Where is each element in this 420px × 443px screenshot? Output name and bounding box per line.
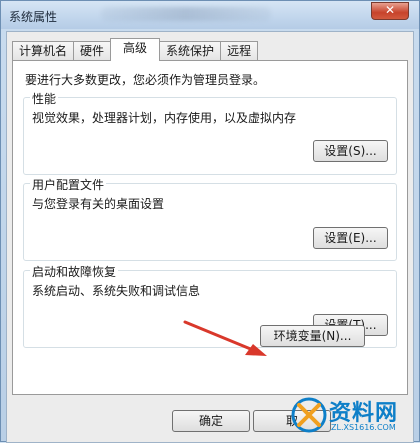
startup-recovery-group-title: 启动和故障恢复: [30, 263, 119, 280]
user-profiles-settings-button[interactable]: 设置(E)...: [313, 227, 388, 249]
environment-variables-button[interactable]: 环境变量(N)...: [260, 325, 365, 347]
arrow-head: [245, 344, 267, 356]
user-profiles-group-title: 用户配置文件: [30, 176, 107, 193]
performance-group-title: 性能: [30, 90, 59, 107]
performance-description: 视觉效果，处理器计划，内存使用，以及虚拟内存: [32, 111, 297, 125]
tab-hardware[interactable]: 硬件: [73, 41, 112, 61]
user-profiles-description: 与您登录有关的桌面设置: [32, 197, 165, 211]
red-arrow-annotation: [183, 320, 267, 356]
tab-advanced[interactable]: 高级: [110, 38, 161, 61]
dialog-client-area: 计算机名 硬件 高级 系统保护 远程 要进行大多数更改，您必须作为管理员登录。 …: [6, 31, 414, 443]
watermark-logo: [291, 397, 327, 433]
close-button[interactable]: ✕: [371, 2, 409, 20]
performance-settings-button[interactable]: 设置(S)...: [313, 140, 388, 162]
startup-recovery-description: 系统启动、系统失败和调试信息: [32, 284, 201, 298]
tab-system-protection[interactable]: 系统保护: [159, 41, 222, 61]
tab-strip: 计算机名 硬件 高级 系统保护 远程: [12, 38, 259, 61]
site-watermark: 资料网 ZL.XS1616.COM: [289, 393, 417, 439]
system-properties-window: 系统属性 ✕ 计算机名 硬件 高级 系统保护 远程 要进行大多数更改，您必须作为…: [0, 0, 420, 443]
ok-button[interactable]: 确定: [172, 410, 250, 432]
title-bar[interactable]: 系统属性 ✕: [1, 1, 419, 29]
window-title: 系统属性: [9, 10, 58, 24]
user-profiles-group: 用户配置文件 与您登录有关的桌面设置 设置(E)...: [23, 176, 397, 261]
tab-computer-name[interactable]: 计算机名: [12, 41, 75, 61]
watermark-subtext: ZL.XS1616.COM: [331, 423, 396, 432]
admin-notice: 要进行大多数更改，您必须作为管理员登录。: [25, 73, 266, 87]
arrow-shaft: [183, 320, 255, 352]
performance-group: 性能 视觉效果，处理器计划，内存使用，以及虚拟内存 设置(S)...: [23, 90, 397, 175]
blurred-title-region: [101, 7, 271, 21]
tab-remote[interactable]: 远程: [220, 41, 259, 61]
